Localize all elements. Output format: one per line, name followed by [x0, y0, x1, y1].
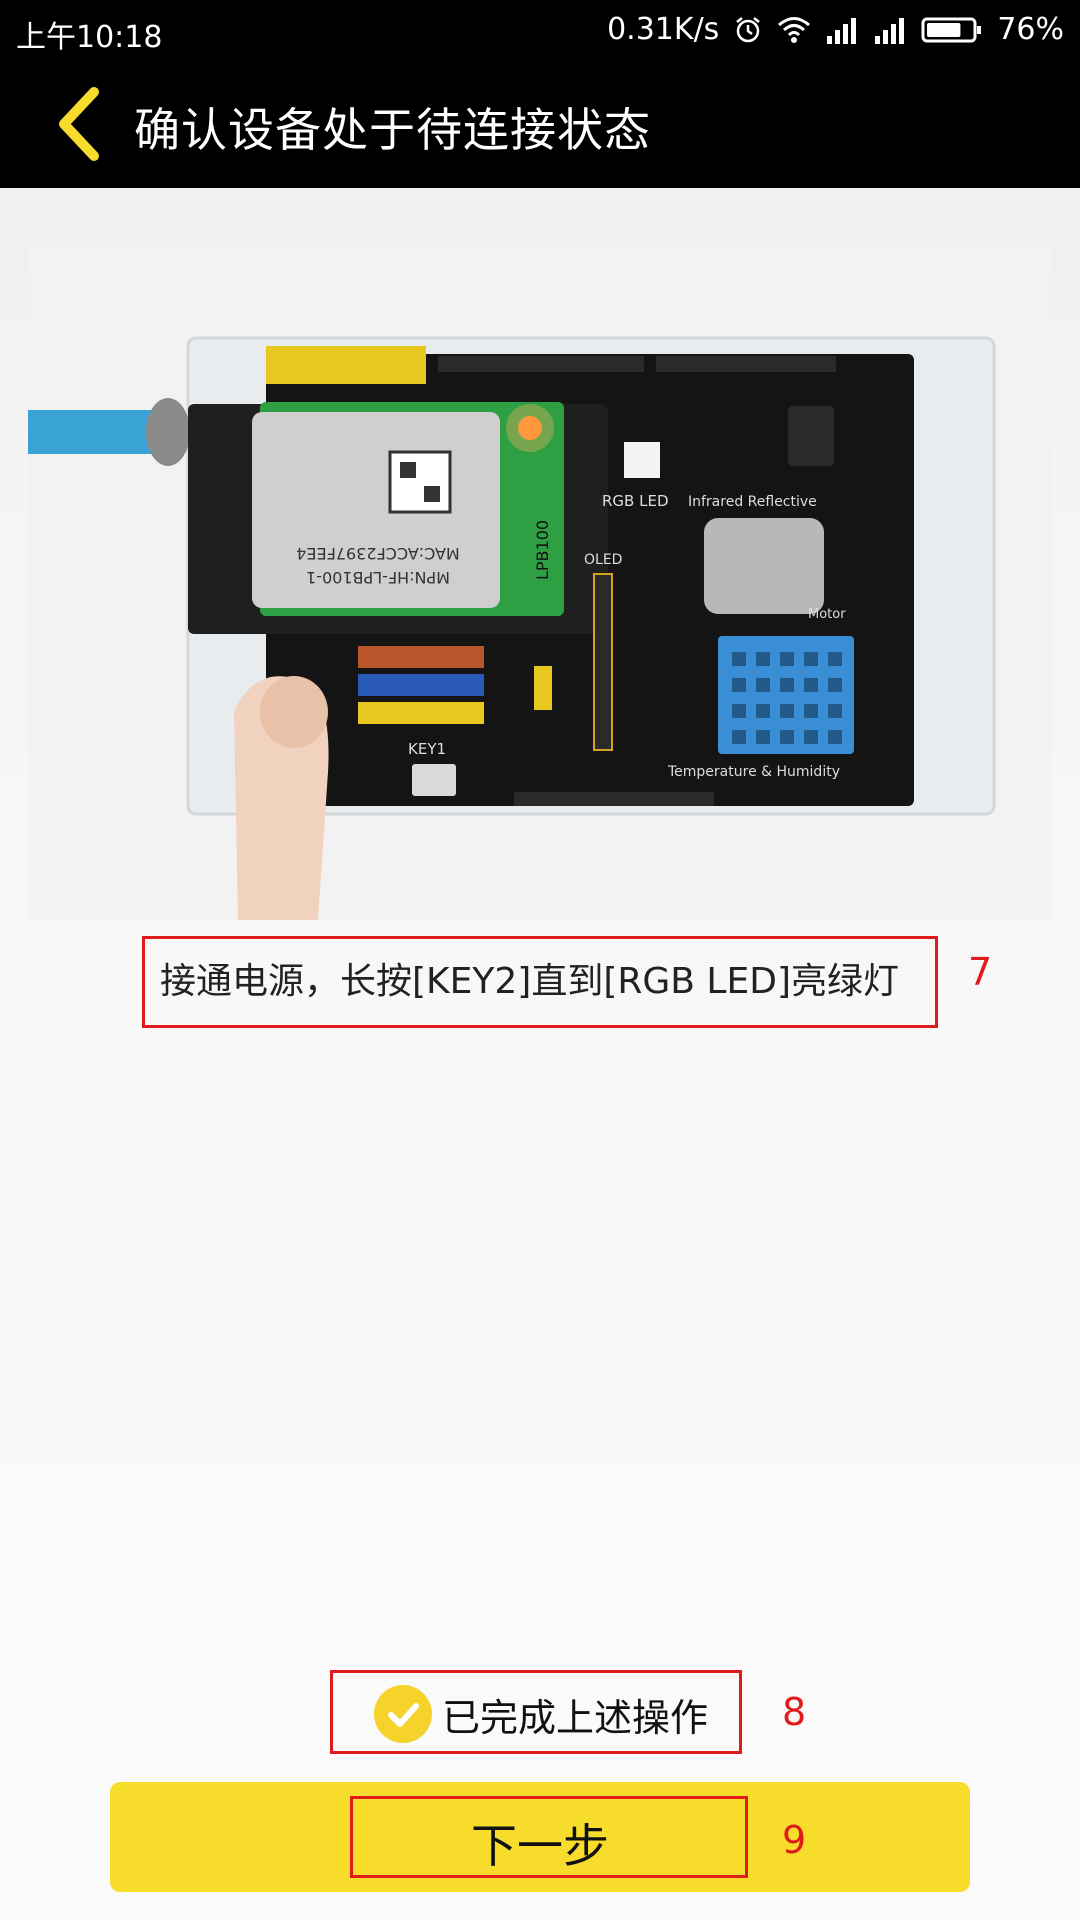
status-bar: 上午10:18 0.31K/s 76% — [0, 0, 1080, 60]
next-step-label: 下一步 — [471, 1819, 609, 1873]
wifi-icon — [778, 16, 811, 43]
confirm-checkbox[interactable]: 已完成上述操作 — [374, 1684, 708, 1744]
annotation-number: 9 — [782, 1818, 807, 1862]
battery-icon — [921, 17, 982, 42]
alarm-icon — [736, 16, 761, 42]
module-mac-text: MAC:ACCF2397FEE4 — [296, 544, 460, 563]
temp-humidity-text: Temperature & Humidity — [667, 764, 840, 780]
key1-text: KEY1 — [408, 740, 446, 758]
back-button[interactable] — [50, 84, 110, 164]
motor-text: Motor — [808, 607, 846, 622]
signal-icon — [827, 17, 857, 44]
check-icon — [374, 1685, 432, 1743]
status-icons: 0.31K/s 76% — [607, 12, 1064, 47]
confirm-label: 已完成上述操作 — [442, 1695, 709, 1740]
oled-text: OLED — [584, 552, 622, 568]
board-illustration: MPN:HF-LPB100-1 MAC:ACCF2397FEE4 LPB100 … — [28, 242, 1052, 920]
rgb-led-text: RGB LED — [602, 492, 669, 510]
annotation-number: 8 — [782, 1690, 807, 1734]
app-header: 确认设备处于待连接状态 — [0, 60, 1080, 188]
battery-percent: 76% — [997, 12, 1064, 47]
signal-icon — [875, 17, 905, 44]
status-time: 上午10:18 — [16, 20, 163, 55]
module-mpn-text: MPN:HF-LPB100-1 — [306, 568, 450, 587]
page-title: 确认设备处于待连接状态 — [134, 103, 651, 157]
instruction-text: 接通电源，长按[KEY2]直到[RGB LED]亮绿灯 — [160, 961, 900, 1002]
module-label-text: LPB100 — [533, 520, 552, 580]
device-photo: MPN:HF-LPB100-1 MAC:ACCF2397FEE4 LPB100 … — [28, 242, 1052, 920]
annotation-number: 7 — [968, 950, 993, 994]
chevron-left-icon — [59, 87, 99, 161]
network-speed: 0.31K/s — [607, 12, 720, 47]
infrared-text: Infrared Reflective — [688, 494, 817, 510]
